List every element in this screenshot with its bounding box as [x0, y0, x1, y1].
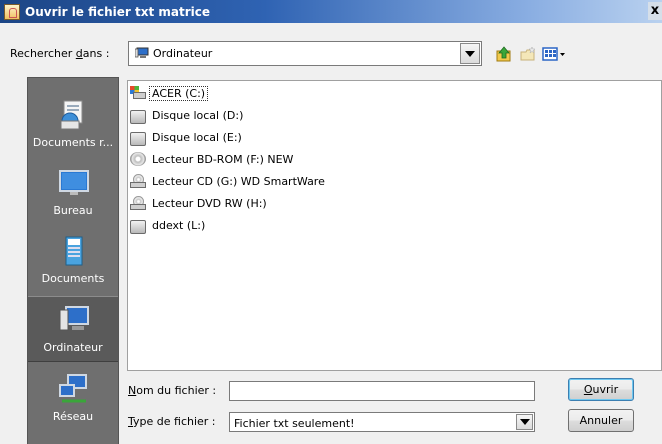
list-item[interactable]: Disque local (D:) [130, 105, 245, 125]
place-recent-documents[interactable]: Documents r... [28, 92, 118, 158]
list-item[interactable]: Lecteur DVD RW (H:) [130, 193, 269, 213]
list-item[interactable]: Disque local (E:) [130, 127, 244, 147]
place-label: Ordinateur [43, 341, 103, 354]
hard-drive-icon [130, 132, 146, 146]
place-label: Documents [41, 272, 105, 285]
recent-documents-icon [60, 100, 83, 130]
list-item[interactable]: Lecteur CD (G:) WD SmartWare [130, 171, 327, 191]
open-file-dialog: Rechercher dans : Ordinateur Documents r… [0, 23, 662, 444]
file-name: Disque local (D:) [152, 108, 244, 122]
list-item[interactable]: ddext (L:) [130, 215, 207, 235]
look-in-dropdown-button[interactable] [460, 43, 480, 64]
cancel-button[interactable]: Annuler [568, 409, 634, 432]
view-menu-icon [542, 47, 565, 61]
close-button[interactable]: x [648, 2, 662, 20]
view-menu-button[interactable] [541, 43, 569, 65]
file-name-label: Nom du fichier : [128, 384, 217, 397]
file-type-value: Fichier txt seulement! [234, 417, 355, 430]
network-icon [59, 374, 87, 403]
file-name: Lecteur DVD RW (H:) [152, 196, 267, 210]
java-cup-icon [4, 3, 20, 20]
file-name: Lecteur CD (G:) WD SmartWare [152, 174, 325, 188]
file-type-label: Type de fichier : [128, 415, 216, 428]
up-folder-button[interactable] [493, 43, 515, 65]
place-label: Documents r... [32, 136, 114, 149]
open-button[interactable]: Ouvrir [568, 378, 634, 401]
list-item[interactable]: ACER (C:) [130, 83, 209, 103]
chevron-down-icon [465, 50, 475, 57]
chevron-down-icon [519, 419, 530, 425]
look-in-combo[interactable]: Ordinateur [128, 41, 482, 66]
file-name: Lecteur BD-ROM (F:) NEW [152, 152, 294, 166]
file-name: ddext (L:) [152, 218, 206, 232]
file-type-dropdown-button[interactable] [516, 414, 533, 430]
new-folder-button[interactable] [517, 43, 539, 65]
place-label: Bureau [53, 204, 93, 217]
cd-drive-icon [130, 174, 146, 188]
file-list[interactable]: ACER (C:) Disque local (D:) Disque local… [127, 80, 662, 371]
file-name-input[interactable] [229, 381, 535, 401]
file-name: Disque local (E:) [152, 130, 242, 144]
new-folder-icon [520, 46, 536, 61]
hard-drive-icon [130, 110, 146, 124]
list-item[interactable]: Lecteur BD-ROM (F:) NEW [130, 149, 295, 169]
file-type-combo[interactable]: Fichier txt seulement! [229, 412, 535, 432]
windows-drive-icon [130, 86, 146, 100]
look-in-row: Rechercher dans : Ordinateur [0, 41, 662, 67]
computer-icon [59, 306, 89, 331]
place-label: Réseau [52, 410, 94, 423]
computer-icon [135, 47, 149, 58]
file-name: ACER (C:) [148, 85, 209, 101]
place-computer[interactable]: Ordinateur [28, 296, 118, 362]
window-title: Ouvrir le fichier txt matrice [25, 4, 211, 19]
hard-drive-icon [130, 220, 146, 234]
desktop-icon [59, 170, 89, 195]
title-bar: Ouvrir le fichier txt matrice x [0, 0, 662, 23]
place-network[interactable]: Réseau [28, 366, 118, 432]
up-folder-icon [496, 46, 511, 62]
documents-icon [65, 236, 83, 266]
place-desktop[interactable]: Bureau [28, 160, 118, 226]
place-documents[interactable]: Documents [28, 228, 118, 294]
places-bar: Documents r... Bureau Documents Ordinate… [27, 77, 119, 444]
look-in-label: Rechercher dans : [10, 47, 110, 60]
dvd-drive-icon [130, 196, 146, 210]
look-in-value: Ordinateur [153, 47, 213, 60]
optical-disc-icon [130, 152, 146, 166]
